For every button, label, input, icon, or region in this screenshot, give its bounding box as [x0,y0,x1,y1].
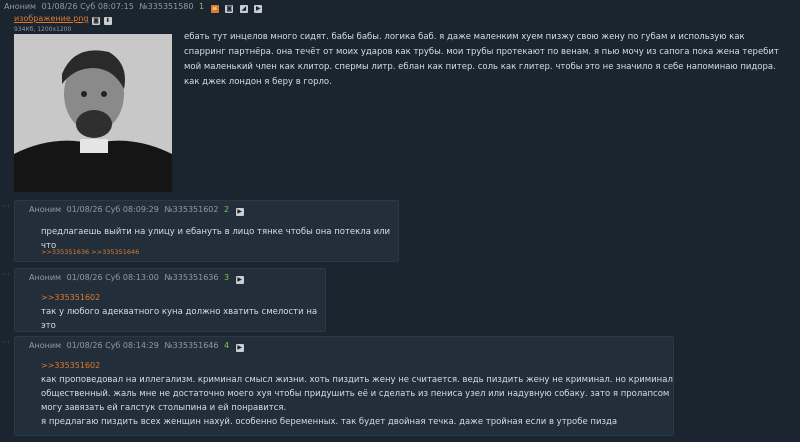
post-number[interactable]: №335351602 [164,205,218,214]
image-search-icon[interactable]: ◙ [92,17,101,25]
op-text: ебать тут инцелов много сидят. бабы бабы… [184,32,779,87]
thread-dots: ··· [2,270,10,279]
post-line: я предлагаю пиздить всех женщин нахуй. о… [41,417,618,427]
menu-icon[interactable]: ≡ [210,5,219,13]
expand-icon[interactable]: ◢ [239,5,248,13]
author-name: Аноним [29,273,62,282]
op-meta: Аноним 01/08/26 Суб 08:07:15 №335351580 … [4,2,265,13]
post-line: как проповедовал на иллегализм. криминал… [41,375,673,385]
post-count: 1 [199,2,205,11]
post-count: 2 [224,205,230,214]
play-icon[interactable]: ▶ [254,5,263,13]
post-line: могу завязать ей галстук столыпина и ей … [41,403,287,413]
reply-post: Аноним 01/08/26 Суб 08:14:29 №335351646 … [14,336,674,436]
author-name: Аноним [29,341,62,350]
post-body: >>335351602 так у любого адекватного кун… [41,291,325,333]
bottom-bar [0,436,800,442]
post-datetime: 01/08/26 Суб 08:13:00 [66,273,159,282]
post-datetime: 01/08/26 Суб 08:07:15 [41,2,134,11]
post-image[interactable] [14,34,172,192]
play-icon[interactable]: ▶ [235,344,244,352]
reply-post: Аноним 01/08/26 Суб 08:13:00 №335351636 … [14,268,326,332]
file-link[interactable]: изображение.png [14,14,89,23]
play-icon[interactable]: ▶ [235,276,244,284]
author-name: Аноним [4,2,37,11]
thread-dots: ··· [2,338,10,347]
image-search-icon[interactable]: ◙ [225,5,234,13]
post-meta: Аноним 01/08/26 Суб 08:14:29 №335351646 … [29,341,247,352]
post-text: так у любого адекватного куна должно хва… [41,307,318,331]
play-icon[interactable]: ▶ [235,208,244,216]
reply-link[interactable]: >>335351602 [41,359,673,373]
thread-dots: ··· [2,202,10,211]
post-count: 3 [224,273,230,282]
file-name[interactable]: изображение.png ◙ ⬇ [14,14,112,25]
post-datetime: 01/08/26 Суб 08:09:29 [66,205,159,214]
author-name: Аноним [29,205,62,214]
post-body: >>335351602 как проповедовал на иллегали… [41,359,673,429]
post-line: общественный. жаль мне не достаточно мое… [41,389,670,399]
replies-list[interactable]: >>335351636 >>335351646 [41,248,139,256]
post-number[interactable]: №335351580 [139,2,193,11]
post-count: 4 [224,341,230,350]
post-number[interactable]: №335351636 [164,273,218,282]
post-meta: Аноним 01/08/26 Суб 08:13:00 №335351636 … [29,273,247,284]
reply-link[interactable]: >>335351602 [41,291,325,305]
portrait-image [14,34,172,192]
post-meta: Аноним 01/08/26 Суб 08:09:29 №335351602 … [29,205,247,216]
post-number[interactable]: №335351646 [164,341,218,350]
reply-post: Аноним 01/08/26 Суб 08:09:29 №335351602 … [14,200,399,262]
post-datetime: 01/08/26 Суб 08:14:29 [66,341,159,350]
file-info: 934Кб, 1200x1200 [14,26,72,33]
download-icon[interactable]: ⬇ [103,17,112,25]
